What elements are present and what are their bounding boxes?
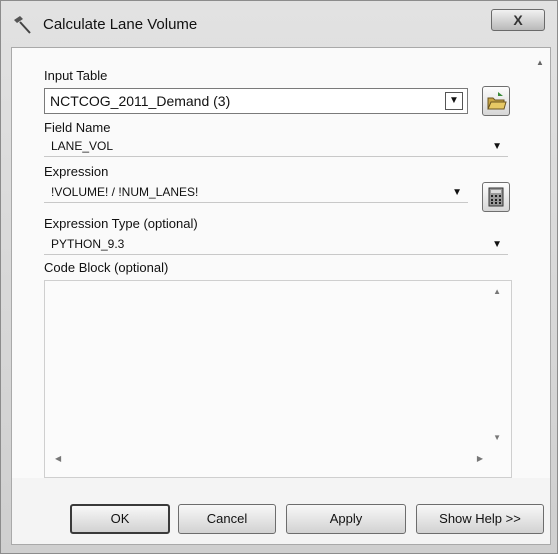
parameters-panel: ▲ Input Table NCTCOG_2011_Demand (3) ▼ F… — [12, 48, 550, 478]
apply-button[interactable]: Apply — [286, 504, 406, 534]
expression-label: Expression — [44, 164, 109, 179]
input-table-label: Input Table — [44, 68, 108, 83]
input-table-combo[interactable]: NCTCOG_2011_Demand (3) ▼ — [44, 88, 468, 114]
scroll-left-arrow-icon[interactable]: ◀ — [55, 454, 61, 463]
scroll-up-arrow-icon[interactable]: ▲ — [536, 58, 544, 67]
field-name-value: LANE_VOL — [51, 139, 114, 153]
expression-value: !VOLUME! / !NUM_LANES! — [51, 185, 199, 199]
title-bar[interactable]: Calculate Lane Volume X — [1, 1, 557, 45]
chevron-down-icon[interactable]: ▼ — [492, 239, 502, 250]
code-block-textarea[interactable]: ▲ ▼ ◀ ▶ — [44, 280, 512, 478]
expression-builder-button[interactable] — [482, 182, 510, 212]
close-button[interactable]: X — [491, 9, 545, 31]
expression-type-label: Expression Type (optional) — [44, 216, 198, 231]
ok-button[interactable]: OK — [70, 504, 170, 534]
show-help-button[interactable]: Show Help >> — [416, 504, 544, 534]
window-title: Calculate Lane Volume — [43, 16, 198, 33]
expression-type-dropdown[interactable]: PYTHON_9.3 ▼ — [44, 234, 508, 255]
field-name-dropdown[interactable]: LANE_VOL ▼ — [44, 136, 508, 157]
dialog-window: Calculate Lane Volume X ▲ Input Table NC… — [0, 0, 558, 554]
chevron-down-icon[interactable]: ▼ — [452, 187, 462, 198]
scroll-right-arrow-icon[interactable]: ▶ — [477, 454, 483, 463]
dialog-client-area: ▲ Input Table NCTCOG_2011_Demand (3) ▼ F… — [11, 47, 551, 545]
calculator-icon — [483, 187, 509, 215]
hammer-icon — [11, 13, 33, 35]
input-table-value: NCTCOG_2011_Demand (3) — [50, 93, 231, 109]
chevron-down-icon[interactable]: ▼ — [445, 92, 463, 110]
code-block-label: Code Block (optional) — [44, 260, 169, 275]
scroll-down-arrow-icon[interactable]: ▼ — [493, 433, 501, 442]
expression-field[interactable]: !VOLUME! / !NUM_LANES! ▼ — [44, 182, 468, 203]
close-icon: X — [513, 12, 523, 28]
browse-button[interactable] — [482, 86, 510, 116]
cancel-button[interactable]: Cancel — [178, 504, 276, 534]
field-name-label: Field Name — [44, 120, 111, 135]
panel-vertical-scrollbar[interactable]: ▲ — [534, 54, 546, 469]
chevron-down-icon[interactable]: ▼ — [492, 141, 502, 152]
folder-open-icon — [483, 92, 509, 119]
expression-type-value: PYTHON_9.3 — [51, 237, 125, 251]
scroll-up-arrow-icon[interactable]: ▲ — [493, 287, 501, 296]
